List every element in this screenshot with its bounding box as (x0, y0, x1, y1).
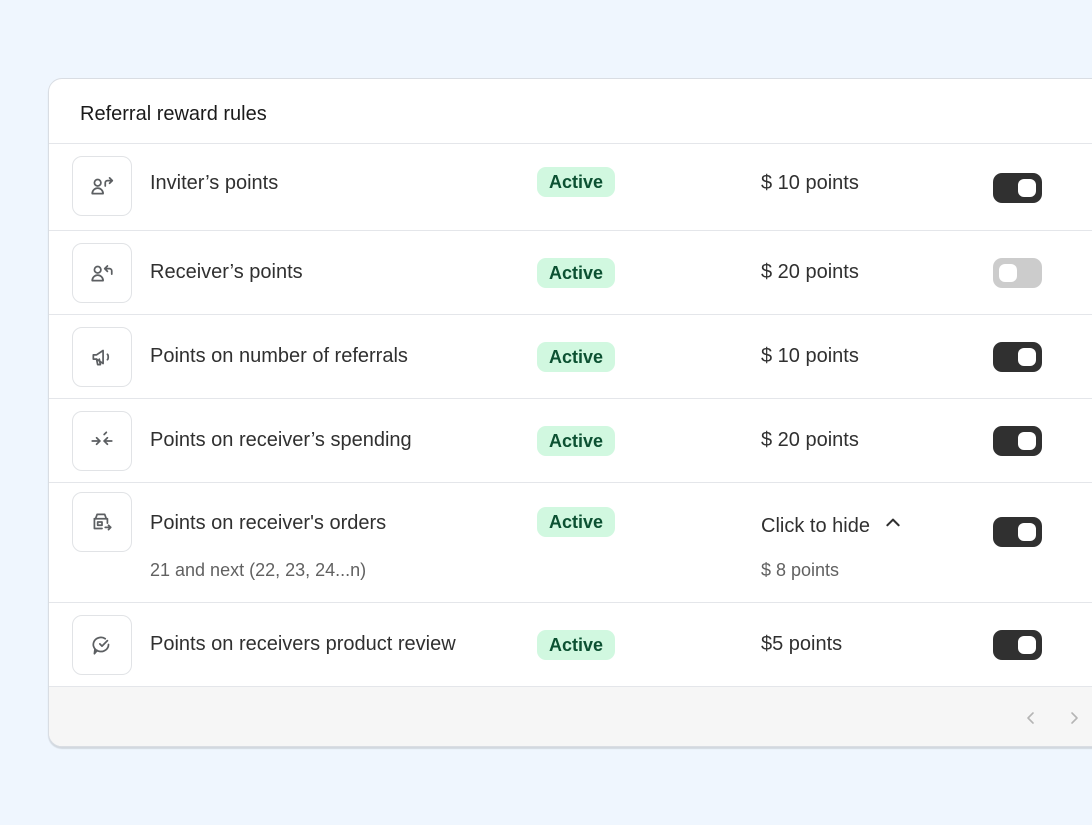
megaphone-icon (72, 327, 132, 387)
card-title: Referral reward rules (80, 103, 267, 125)
rule-value: $ 20 points (761, 429, 859, 451)
rule-label: Points on receiver's orders (150, 512, 387, 534)
status-badge: Active (537, 342, 616, 372)
rule-value: $ 20 points (761, 261, 859, 283)
chevron-up-icon (884, 514, 902, 538)
rule-value: $5 points (761, 633, 843, 655)
chat-check-icon (72, 615, 132, 675)
order-box-icon (72, 492, 132, 552)
rule-row-receiver-orders: Points on receiver's orders 21 and next … (49, 482, 1092, 602)
status-badge: Active (537, 630, 616, 660)
rule-row-number-of-referrals: Points on number of referrals Active $ 1… (49, 314, 1092, 398)
rule-toggle[interactable] (993, 342, 1042, 372)
rule-value: $ 8 points (761, 560, 840, 580)
rule-sublabel: 21 and next (22, 23, 24...n) (150, 560, 367, 580)
status-badge: Active (537, 258, 616, 288)
rule-toggle[interactable] (993, 173, 1042, 203)
rule-label: Inviter’s points (150, 172, 279, 194)
person-arrow-return-icon (72, 243, 132, 303)
chevron-left-icon[interactable] (1020, 707, 1042, 729)
rule-toggle[interactable] (993, 517, 1042, 547)
rule-value: $ 10 points (761, 345, 859, 367)
click-to-hide-label: Click to hide (761, 514, 870, 537)
arrows-merge-icon (72, 411, 132, 471)
rule-label: Receiver’s points (150, 261, 303, 283)
rule-row-receiver-spending: Points on receiver’s spending Active $ 2… (49, 398, 1092, 482)
rule-toggle[interactable] (993, 426, 1042, 456)
pagination-footer (49, 686, 1092, 746)
rule-label: Points on receiver’s spending (150, 429, 412, 451)
rule-row-product-review: Points on receivers product review Activ… (49, 602, 1092, 686)
rule-toggle[interactable] (993, 630, 1042, 660)
status-badge: Active (537, 426, 616, 456)
click-to-hide-link[interactable]: Click to hide (761, 514, 902, 538)
rule-row-inviter: Inviter’s points Active $ 10 points (49, 143, 1092, 230)
referral-rules-card: Referral reward rules Inviter’s points A… (48, 78, 1092, 747)
rule-label: Points on receivers product review (150, 633, 456, 655)
rule-toggle[interactable] (993, 258, 1042, 288)
rule-value: $ 10 points (761, 172, 859, 194)
status-badge: Active (537, 167, 616, 197)
chevron-right-icon[interactable] (1063, 707, 1085, 729)
rule-row-receiver: Receiver’s points Active $ 20 points (49, 230, 1092, 314)
rule-label: Points on number of referrals (150, 345, 408, 367)
person-arrow-forward-icon (72, 156, 132, 216)
status-badge: Active (537, 507, 616, 537)
